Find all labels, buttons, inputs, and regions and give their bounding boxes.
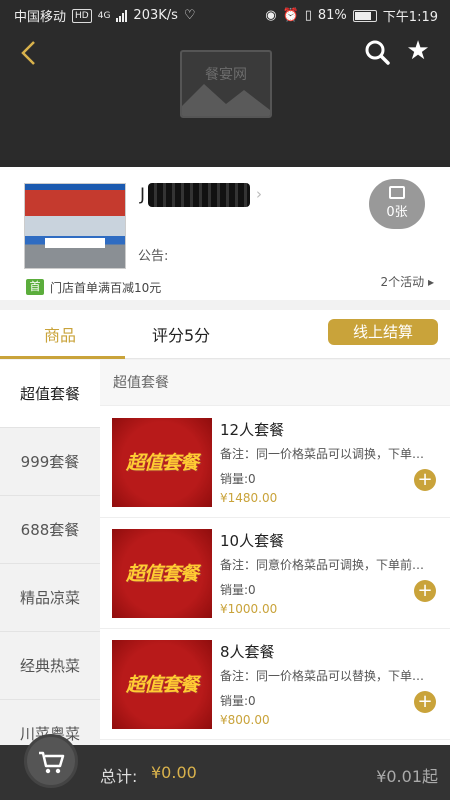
- search-icon: [365, 40, 390, 65]
- tab-active-indicator: [0, 356, 125, 359]
- alarm-icon: ⏰: [282, 8, 299, 23]
- total-value: ¥0.00: [151, 763, 197, 782]
- battery-percent: 81%: [317, 8, 347, 23]
- notice-label: 公告:: [138, 249, 169, 264]
- product-name: 10人套餐: [220, 532, 285, 550]
- product-price: ¥800.00: [220, 713, 270, 727]
- tab-rating[interactable]: 评分5分: [152, 322, 210, 346]
- carrier-label: 中国移动: [14, 10, 67, 25]
- product-sales: 销量:0: [220, 694, 256, 708]
- product-name: 8人套餐: [220, 643, 275, 661]
- section-title: 超值套餐: [100, 360, 450, 406]
- mountain-image-icon: [182, 84, 270, 116]
- category-item[interactable]: 经典热菜: [0, 632, 100, 700]
- total-label: 总计:: [100, 767, 138, 786]
- chevron-right-icon[interactable]: ›: [256, 185, 262, 203]
- minimum-order: ¥0.01起: [376, 767, 438, 786]
- image-tag: 超值套餐: [125, 452, 199, 474]
- product-sales: 销量:0: [220, 583, 256, 597]
- shop-logo-placeholder: 餐宴网: [180, 50, 272, 118]
- promo-text: 门店首单满百减10元: [50, 281, 162, 295]
- plus-icon: +: [417, 469, 433, 490]
- product-name: 12人套餐: [220, 421, 285, 439]
- product-price: ¥1480.00: [220, 491, 278, 505]
- status-bar: 中国移动 HD 4G 203K/s ♡ ◉ ⏰ ▯ 81% 下午1:19: [0, 0, 450, 28]
- product-note: 备注：同意价格菜品可调换，下单前请与店家沟通: [220, 558, 436, 572]
- product-note: 备注：同一价格菜品可以替换，下单前请与店家沟通: [220, 669, 436, 683]
- cart-icon: [39, 751, 65, 774]
- product-list: 超值套餐 超值套餐 12人套餐 备注：同一价格菜品可以调换，下单前请与店家沟通 …: [100, 360, 450, 745]
- bank-sign: [45, 238, 105, 248]
- shop-name-redacted: [148, 183, 250, 207]
- product-image: 超值套餐: [112, 640, 212, 729]
- header-area: 中国移动 HD 4G 203K/s ♡ ◉ ⏰ ▯ 81% 下午1:19 餐宴网: [0, 0, 450, 167]
- tab-goods[interactable]: 商品: [44, 322, 76, 346]
- chevron-left-icon: [21, 41, 35, 65]
- plus-icon: +: [417, 691, 433, 712]
- star-icon: ★: [406, 36, 430, 66]
- product-item[interactable]: 超值套餐 8人套餐 备注：同一价格菜品可以替换，下单前请与店家沟通 销量:0 ¥…: [100, 629, 450, 740]
- product-image: 超值套餐: [112, 418, 212, 507]
- photo-gallery-button[interactable]: 0张: [369, 179, 425, 229]
- image-tag: 超值套餐: [125, 563, 199, 585]
- online-checkout-button[interactable]: 线上结算: [328, 319, 438, 345]
- shop-photo[interactable]: [24, 183, 126, 269]
- shop-name[interactable]: J: [140, 185, 145, 205]
- add-to-cart-button[interactable]: +: [414, 580, 436, 602]
- category-item[interactable]: 999套餐: [0, 428, 100, 496]
- heart-icon: ♡: [183, 8, 196, 23]
- favorite-button[interactable]: ★: [404, 38, 432, 66]
- tab-bar: 商品 评分5分 线上结算: [0, 310, 450, 359]
- plus-icon: +: [417, 580, 433, 601]
- bottom-cart-bar: 总计: ¥0.00 ¥0.01起: [0, 734, 450, 800]
- battery-icon: [352, 9, 377, 22]
- product-item[interactable]: 超值套餐 12人套餐 备注：同一价格菜品可以调换，下单前请与店家沟通 销量:0 …: [100, 407, 450, 518]
- picture-icon: [389, 186, 405, 199]
- category-item[interactable]: 超值套餐: [0, 360, 100, 428]
- product-price: ¥1000.00: [220, 602, 278, 616]
- shop-sign: [25, 190, 125, 216]
- image-tag: 超值套餐: [125, 674, 199, 696]
- search-button[interactable]: [363, 38, 391, 66]
- cart-button[interactable]: [24, 734, 78, 788]
- clock: 下午1:19: [382, 10, 438, 25]
- product-note: 备注：同一价格菜品可以调换，下单前请与店家沟通: [220, 447, 436, 461]
- back-button[interactable]: [14, 38, 44, 68]
- shop-info: J › 公告: 0张 首 门店首单满百减10元 2个活动 ▸: [0, 167, 450, 300]
- hd-badge: HD: [72, 8, 92, 23]
- eye-icon: ◉: [265, 8, 277, 23]
- activities-link[interactable]: 2个活动 ▸: [381, 273, 434, 290]
- promo-badge: 首: [26, 279, 44, 295]
- photo-count: 0张: [386, 205, 408, 220]
- product-item[interactable]: 超值套餐 10人套餐 备注：同意价格菜品可调换，下单前请与店家沟通 销量:0 ¥…: [100, 518, 450, 629]
- network-speed: 203K/s: [133, 8, 178, 23]
- vibrate-icon: ▯: [304, 8, 312, 23]
- signal-icon: [116, 9, 128, 22]
- category-item[interactable]: 688套餐: [0, 496, 100, 564]
- category-item[interactable]: 精品凉菜: [0, 564, 100, 632]
- add-to-cart-button[interactable]: +: [414, 691, 436, 713]
- product-sales: 销量:0: [220, 472, 256, 486]
- add-to-cart-button[interactable]: +: [414, 469, 436, 491]
- network-type: 4G: [97, 10, 111, 21]
- product-image: 超值套餐: [112, 529, 212, 618]
